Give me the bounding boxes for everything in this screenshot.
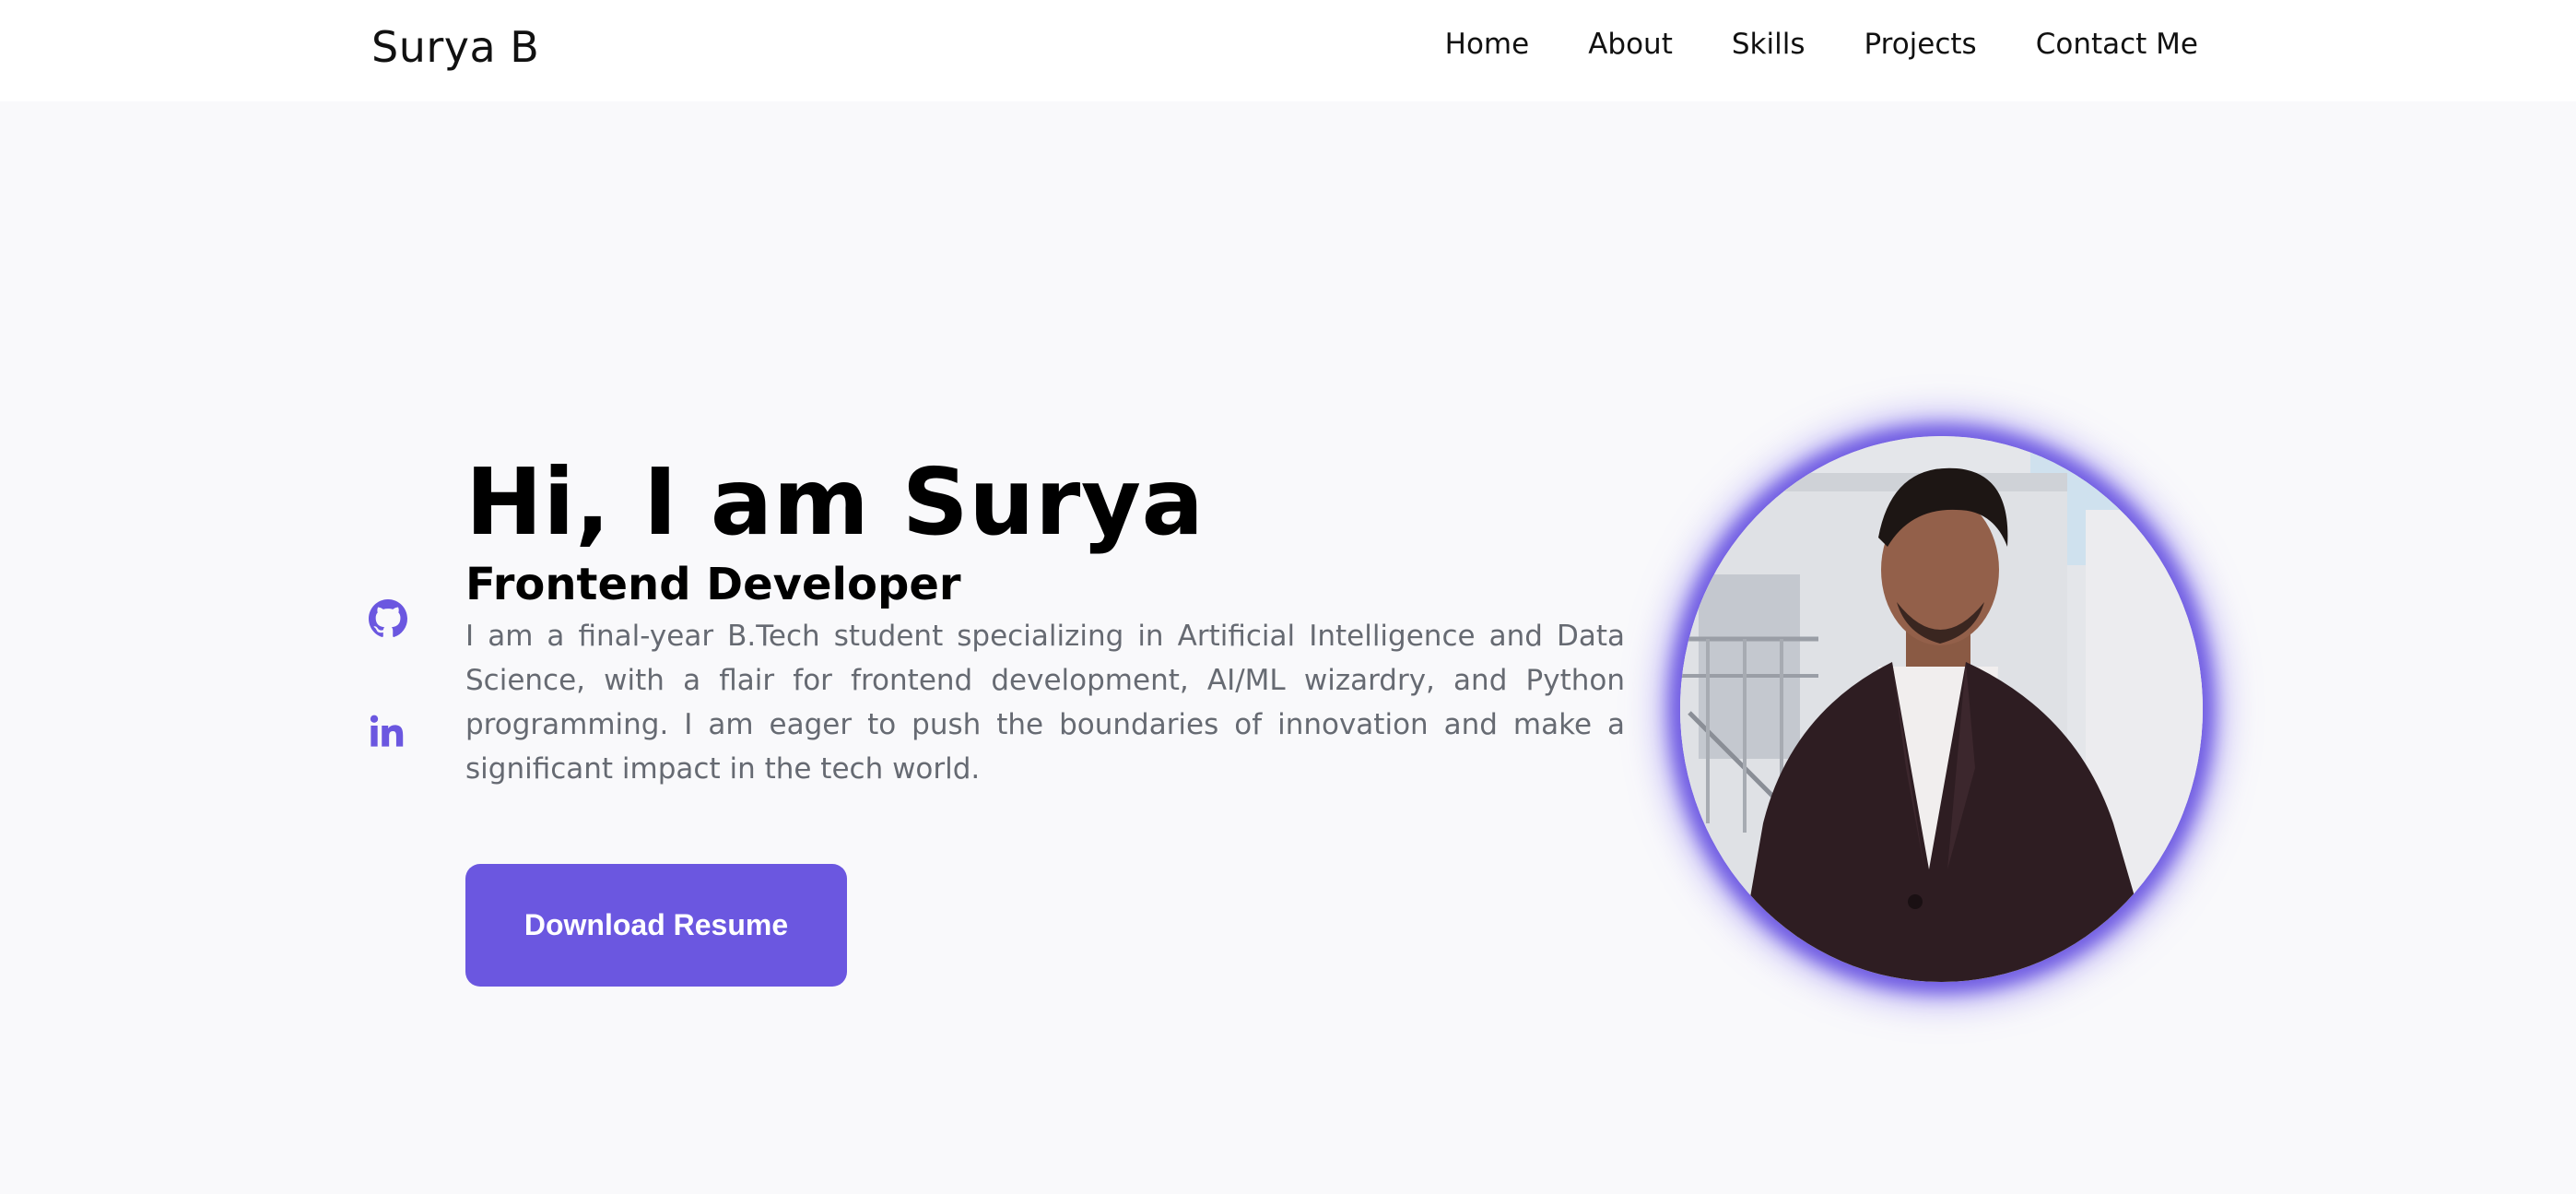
hero-description: I am a final-year B.Tech student special…	[465, 619, 1625, 786]
nav-link-about[interactable]: About	[1588, 28, 1673, 61]
profile-photo	[1680, 436, 2203, 982]
github-icon[interactable]	[369, 599, 409, 640]
hero-title: Hi, I am Surya	[465, 448, 1205, 556]
nav-link-projects[interactable]: Projects	[1864, 28, 1976, 61]
nav-link-home[interactable]: Home	[1445, 28, 1530, 61]
download-resume-button[interactable]: Download Resume	[465, 864, 847, 987]
linkedin-icon[interactable]	[369, 714, 409, 754]
nav-link-contact[interactable]: Contact Me	[2036, 28, 2198, 61]
navbar: Surya B Home About Skills Projects Conta…	[0, 0, 2576, 101]
nav-link-skills[interactable]: Skills	[1732, 28, 1806, 61]
hero-subtitle: Frontend Developer	[465, 559, 961, 610]
site-logo[interactable]: Surya B	[371, 22, 539, 72]
hero-section: Hi, I am Surya Frontend Developer I am a…	[465, 452, 1625, 791]
nav-links: Home About Skills Projects Contact Me	[1445, 28, 2198, 61]
